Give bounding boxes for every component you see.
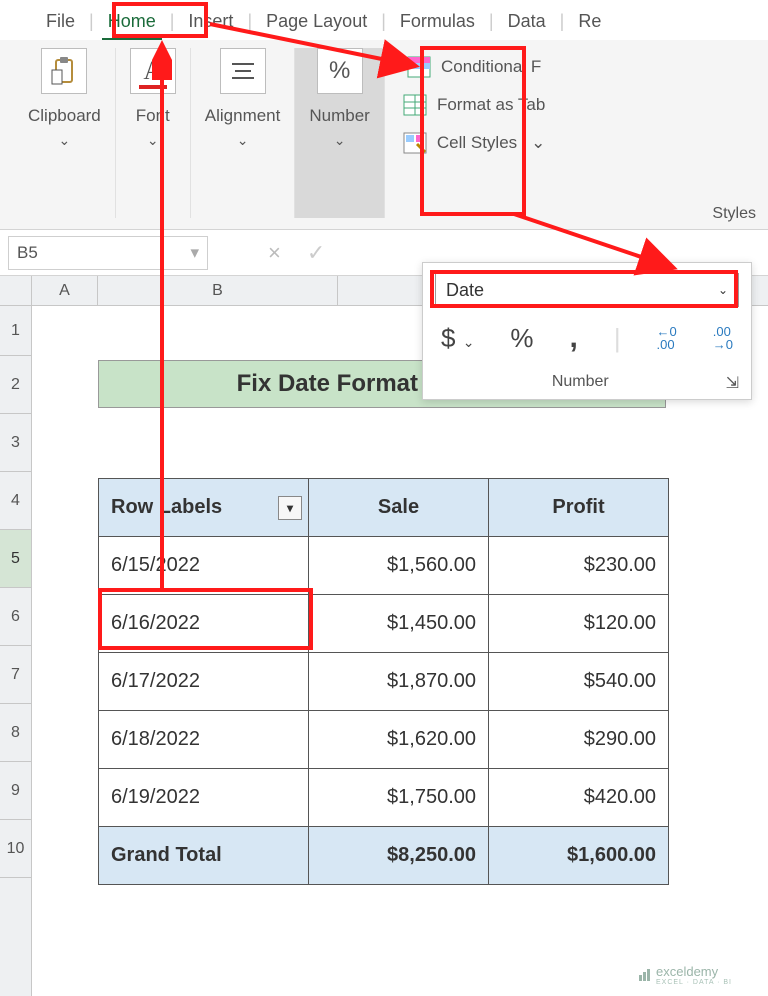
font-icon: A <box>130 48 176 94</box>
chevron-down-icon[interactable]: ⌄ <box>237 132 249 149</box>
dialog-launcher-icon[interactable]: ⇲ <box>726 373 739 393</box>
chevron-down-icon[interactable]: ⌄ <box>718 283 728 297</box>
row-header[interactable]: 7 <box>0 646 31 704</box>
popover-footer-label: Number <box>435 373 726 393</box>
number-format-select[interactable]: Date ⌄ <box>435 273 739 307</box>
comma-button[interactable]: , <box>570 321 578 355</box>
table-row[interactable]: 6/15/2022$1,560.00$230.00 <box>99 537 669 595</box>
cell-styles-button[interactable]: Cell Styles ⌄ <box>403 124 546 162</box>
tab-formulas[interactable]: Formulas <box>386 5 489 40</box>
chevron-down-icon[interactable]: ⌄ <box>59 132 71 149</box>
table-header-profit[interactable]: Profit <box>489 479 669 537</box>
currency-button[interactable]: $ ⌄ <box>441 323 474 354</box>
row-header[interactable]: 5 <box>0 530 31 588</box>
styles-label: Format as Tab <box>437 95 545 115</box>
row-header[interactable]: 1 <box>0 306 31 356</box>
increase-decimal-button[interactable]: ←0 .00 <box>657 325 677 351</box>
group-clipboard[interactable]: Clipboard ⌄ <box>14 48 116 218</box>
row-header[interactable]: 4 <box>0 472 31 530</box>
group-label: Number <box>309 106 369 126</box>
tab-page-layout[interactable]: Page Layout <box>252 5 381 40</box>
pivot-table: Row Labels ▾ Sale Profit 6/15/2022$1,560… <box>98 478 669 885</box>
name-box[interactable]: B5 ▾ <box>8 236 208 270</box>
row-header[interactable]: 3 <box>0 414 31 472</box>
group-styles: Conditional F Format as Tab Cell Styles … <box>385 48 560 218</box>
conditional-formatting-button[interactable]: Conditional F <box>407 48 541 86</box>
percent-button[interactable]: % <box>510 323 533 354</box>
group-label-styles: Styles <box>712 205 756 223</box>
group-number[interactable]: % Number ⌄ <box>295 48 384 218</box>
tab-insert[interactable]: Insert <box>174 5 247 40</box>
tab-home[interactable]: Home <box>94 5 170 40</box>
tab-review[interactable]: Re <box>564 5 615 40</box>
table-row[interactable]: 6/16/2022$1,450.00$120.00 <box>99 595 669 653</box>
tab-data[interactable]: Data <box>494 5 560 40</box>
row-header[interactable]: 9 <box>0 762 31 820</box>
chevron-down-icon[interactable]: ⌄ <box>334 132 346 149</box>
table-header-sale[interactable]: Sale <box>309 479 489 537</box>
percent-icon: % <box>317 48 363 94</box>
grid: 1 2 3 4 5 6 7 8 9 10 Fix Date Format Man… <box>0 306 768 996</box>
clipboard-icon <box>41 48 87 94</box>
column-header-b[interactable]: B <box>98 276 338 305</box>
group-alignment[interactable]: Alignment ⌄ <box>191 48 296 218</box>
row-header[interactable]: 8 <box>0 704 31 762</box>
ribbon-home: Clipboard ⌄ A Font ⌄ Alignment ⌄ % Numbe… <box>0 40 768 230</box>
group-label: Font <box>136 106 170 126</box>
chevron-down-icon[interactable]: ▾ <box>190 243 199 263</box>
table-row-total[interactable]: Grand Total$8,250.00$1,600.00 <box>99 827 669 885</box>
ribbon-tabs: File | Home | Insert | Page Layout | For… <box>0 0 768 40</box>
column-header-a[interactable]: A <box>32 276 98 305</box>
table-header-rowlabels[interactable]: Row Labels ▾ <box>99 479 309 537</box>
group-font[interactable]: A Font ⌄ <box>116 48 191 218</box>
number-format-popover: Date ⌄ $ ⌄ % , | ←0 .00 .00 →0 Number ⇲ <box>422 262 752 400</box>
format-as-table-button[interactable]: Format as Tab <box>403 86 545 124</box>
table-row[interactable]: 6/17/2022$1,870.00$540.00 <box>99 653 669 711</box>
group-label: Alignment <box>205 106 281 126</box>
confirm-icon[interactable]: ✓ <box>307 240 325 266</box>
filter-dropdown-icon[interactable]: ▾ <box>278 496 302 520</box>
name-box-value: B5 <box>17 243 38 263</box>
table-row[interactable]: 6/18/2022$1,620.00$290.00 <box>99 711 669 769</box>
chevron-down-icon: ⌄ <box>531 133 545 153</box>
chevron-down-icon[interactable]: ⌄ <box>147 132 159 149</box>
tab-file[interactable]: File <box>32 5 89 40</box>
row-header[interactable]: 6 <box>0 588 31 646</box>
group-label: Clipboard <box>28 106 101 126</box>
alignment-icon <box>220 48 266 94</box>
styles-label: Cell Styles <box>437 133 517 153</box>
number-format-value: Date <box>446 280 484 301</box>
sheet-body[interactable]: Fix Date Format Manually Row Labels ▾ Sa… <box>32 306 768 996</box>
row-header[interactable]: 2 <box>0 356 31 414</box>
cancel-icon[interactable]: × <box>268 240 281 266</box>
styles-label: Conditional F <box>441 57 541 77</box>
header-text: Row Labels <box>111 496 222 518</box>
decrease-decimal-button[interactable]: .00 →0 <box>713 325 733 351</box>
row-headers: 1 2 3 4 5 6 7 8 9 10 <box>0 306 32 996</box>
table-row[interactable]: 6/19/2022$1,750.00$420.00 <box>99 769 669 827</box>
row-header[interactable]: 10 <box>0 820 31 878</box>
watermark: exceldemyEXCEL · DATA · BI <box>638 964 732 986</box>
